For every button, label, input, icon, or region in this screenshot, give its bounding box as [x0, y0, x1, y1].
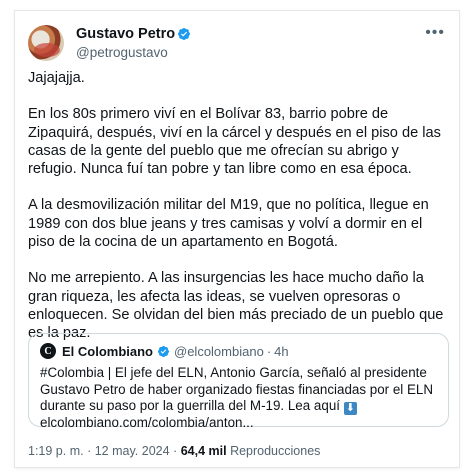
verified-badge-icon: [178, 28, 190, 40]
quoted-display-name: El Colombiano: [62, 343, 153, 359]
quoted-tweet-header: C El Colombiano @elcolombiano · 4h: [40, 342, 437, 360]
author-handle[interactable]: @petrogustavo: [76, 44, 168, 61]
quoted-text: #Colombia | El jefe del ELN, Antonio Gar…: [40, 365, 437, 432]
quoted-tweet[interactable]: C El Colombiano @elcolombiano · 4h #Colo…: [28, 333, 449, 430]
quoted-handle: @elcolombiano: [174, 343, 264, 359]
down-arrow-icon: ⬇: [343, 402, 357, 416]
tweet-paragraph: En los 80s primero viví en el Bolívar 83…: [28, 106, 441, 178]
tweet-paragraph: No me arrepiento. A las insurgencias les…: [28, 270, 444, 342]
tweet-card: Gustavo Petro @petrogustavo ••• Jajajajj…: [14, 10, 460, 468]
verified-badge-icon: [157, 345, 170, 357]
separator-dot: ·: [87, 444, 92, 458]
author-display-name[interactable]: Gustavo Petro: [76, 25, 175, 43]
tweet-paragraph: A la desmovilización militar del M19, qu…: [28, 197, 429, 251]
view-count: 64,4 mil: [180, 444, 227, 458]
quoted-link[interactable]: elcolombiano.com/colombia/anton...: [40, 415, 254, 430]
views-label: Reproducciones: [230, 444, 321, 458]
tweet-date[interactable]: 12 may. 2024: [95, 444, 170, 458]
separator-dot: ·: [173, 444, 178, 458]
quoted-avatar: C: [40, 343, 56, 359]
quoted-timestamp: 4h: [274, 343, 289, 359]
tweet-time[interactable]: 1:19 p. m.: [28, 444, 84, 458]
tweet-paragraph: Jajajajja.: [28, 70, 85, 86]
quoted-text-body: #Colombia | El jefe del ELN, Antonio Gar…: [40, 365, 434, 414]
avatar[interactable]: [28, 25, 64, 61]
separator-dot: ·: [266, 343, 272, 359]
tweet-text: Jajajajja. En los 80s primero viví en el…: [28, 69, 448, 361]
more-horizontal-icon[interactable]: •••: [425, 23, 445, 43]
tweet-meta: 1:19 p. m. · 12 may. 2024 · 64,4 mil Rep…: [28, 444, 320, 458]
